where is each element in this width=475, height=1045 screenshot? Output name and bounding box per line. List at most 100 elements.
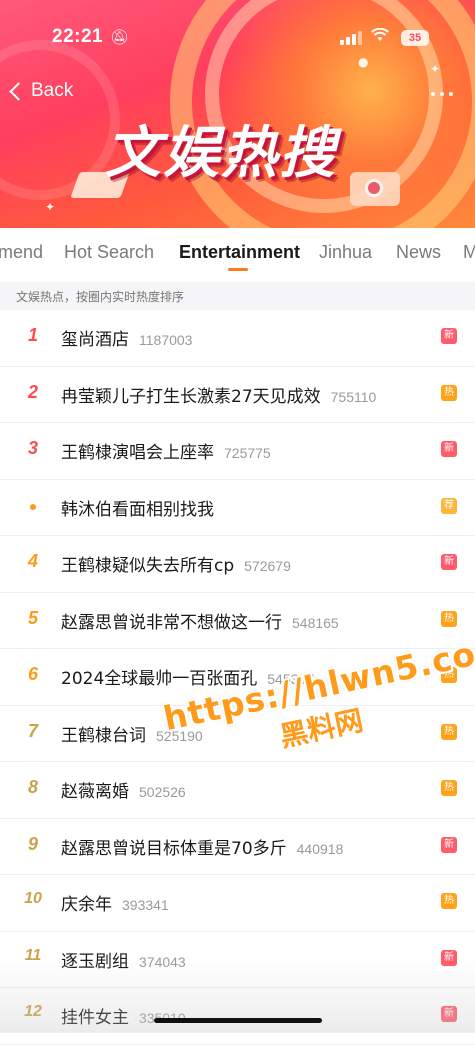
item-title-group: 王鹤棣台词 525190	[61, 721, 203, 746]
heat-count: 545307	[267, 671, 314, 687]
new-badge: 新	[441, 328, 457, 344]
tab-hot-search[interactable]: Hot Search	[64, 242, 154, 263]
hot-list-item[interactable]: 9 赵露思曾说目标体重是70多斤 440918 新	[0, 819, 475, 875]
rank-number: 2	[27, 381, 38, 402]
dot-icon	[449, 92, 453, 96]
hot-badge: 热	[441, 780, 457, 796]
new-badge: 新	[441, 441, 457, 457]
hot-list-item[interactable]: 3 王鹤棣演唱会上座率 725775 新	[0, 423, 475, 480]
item-title: 冉莹颖儿子打生长激素27天见成效	[61, 386, 321, 407]
rank-number: 9	[27, 833, 38, 854]
tab-jinhua[interactable]: Jinhua	[319, 242, 372, 263]
item-title-group: 赵薇离婚 502526	[61, 777, 186, 802]
heat-count: 440918	[296, 840, 344, 857]
new-badge: 新	[441, 1006, 457, 1022]
item-title: 王鹤棣疑似失去所有cp	[61, 556, 235, 576]
banner-title: 文娱热搜	[105, 121, 337, 186]
list-description-bar: 文娱热点，按圈内实时热度排序	[0, 282, 475, 310]
heat-count: 374043	[139, 953, 186, 970]
rec-badge: 荐	[441, 497, 457, 514]
hot-list-item[interactable]: 8 赵薇离婚 502526 热	[0, 762, 475, 819]
hot-list-item[interactable]: 11 逐玉剧组 374043 新	[0, 932, 475, 988]
hot-list-item[interactable]: 4 王鹤棣疑似失去所有cp 572679 新	[0, 536, 475, 593]
chevron-left-icon	[9, 81, 28, 101]
rank-number: 10	[24, 890, 42, 907]
new-badge: 新	[441, 949, 457, 966]
item-title-group: 赵露思曾说非常不想做这一行 548165	[61, 608, 339, 633]
promoted-dot-icon	[30, 503, 36, 510]
item-title: 赵露思曾说目标体重是70多斤	[61, 838, 287, 859]
heat-count: 502526	[139, 784, 186, 800]
home-indicator[interactable]	[154, 1018, 322, 1023]
rank-number: 11	[24, 946, 42, 964]
camera-illustration	[350, 172, 400, 206]
heat-count: 572679	[244, 558, 291, 574]
item-title-group: 王鹤棣演唱会上座率 725775	[61, 438, 271, 463]
item-title-group: 冉莹颖儿子打生长激素27天见成效 755110	[61, 382, 376, 407]
rank-number: 3	[27, 438, 38, 458]
rank-number: 12	[24, 1003, 42, 1020]
item-title: 王鹤棣台词	[61, 725, 146, 746]
item-title: 王鹤棣演唱会上座率	[61, 443, 214, 463]
tab-news[interactable]: News	[396, 242, 441, 263]
heat-count: 525190	[156, 727, 203, 744]
heat-count: 393341	[122, 897, 169, 913]
hot-search-list: 1 玺尚酒店 1187003 新 2 冉莹颖儿子打生长激素27天见成效 755110 热 3 王鹤…	[0, 310, 475, 1045]
header-banner: ✦ ✦ ● 22:21 🔕︎ 35 Back 文娱热搜	[0, 0, 475, 228]
hot-list-item[interactable]: 韩沐伯看面相别找我 荐	[0, 480, 475, 536]
hot-list-item[interactable]: 12 挂件女主335010 新	[0, 988, 475, 1045]
mute-bell-icon: 🔕︎	[110, 28, 130, 46]
hot-badge: 热	[441, 384, 457, 401]
status-bar: 22:21 🔕︎ 35	[0, 26, 475, 52]
hot-list-item[interactable]: 7 王鹤棣台词 525190 热	[0, 706, 475, 762]
item-title-group: 玺尚酒店 1187003	[61, 325, 192, 350]
hot-list-item[interactable]: 1 玺尚酒店 1187003 新	[0, 310, 475, 367]
item-title: 韩沐伯看面相别找我	[61, 499, 214, 520]
more-options-button[interactable]	[431, 92, 453, 96]
back-button[interactable]: Back	[9, 80, 74, 102]
active-tab-indicator	[228, 268, 248, 271]
heat-count: 755110	[330, 388, 377, 405]
rank-number: 6	[27, 664, 38, 684]
rank-number: 4	[27, 551, 38, 571]
item-title-group: 庆余年 393341	[61, 890, 169, 915]
hot-list-item[interactable]: 5 赵露思曾说非常不想做这一行 548165 热	[0, 593, 475, 649]
heat-count: 725775	[224, 445, 271, 461]
sparkle-icon: ●	[358, 55, 369, 69]
cellular-signal-icon	[340, 31, 362, 45]
item-title-group: 2024全球最帅一百张面孔 545307	[61, 664, 314, 689]
hot-list-item[interactable]: 10 庆余年 393341 热	[0, 875, 475, 932]
item-title-group: 逐玉剧组 374043	[61, 947, 186, 972]
hot-list-item[interactable]: 6 2024全球最帅一百张面孔 545307 热	[0, 649, 475, 706]
tab-recommend[interactable]: mend	[0, 242, 43, 263]
tab-entertainment[interactable]: Entertainment	[179, 242, 300, 263]
item-title: 玺尚酒店	[61, 330, 129, 350]
item-title: 挂件女主	[61, 1008, 129, 1028]
dot-icon	[440, 92, 444, 96]
new-badge: 新	[441, 836, 457, 853]
item-title: 赵露思曾说非常不想做这一行	[61, 612, 282, 633]
wifi-icon	[371, 27, 389, 46]
item-title-group: 挂件女主335010	[61, 1003, 186, 1028]
hot-list-item[interactable]: 2 冉莹颖儿子打生长激素27天见成效 755110 热	[0, 367, 475, 423]
new-badge: 新	[441, 554, 457, 570]
battery-indicator: 35	[401, 30, 429, 46]
item-title-group: 赵露思曾说目标体重是70多斤 440918	[61, 834, 343, 859]
item-title: 逐玉剧组	[61, 951, 129, 972]
heat-count: 548165	[292, 614, 339, 631]
hot-badge: 热	[441, 610, 457, 627]
sparkle-icon: ✦	[45, 200, 56, 214]
back-label: Back	[31, 80, 74, 101]
rank-number: 8	[27, 777, 38, 797]
list-description: 文娱热点，按圈内实时热度排序	[16, 290, 185, 304]
rank-number: 7	[27, 720, 38, 741]
rank-number: 1	[27, 325, 38, 345]
status-time: 22:21	[52, 26, 104, 47]
item-title: 赵薇离婚	[61, 782, 129, 802]
heat-count: 1187003	[139, 332, 193, 348]
item-title-group: 韩沐伯看面相别找我	[61, 495, 214, 520]
hot-badge: 热	[441, 667, 457, 683]
hot-badge: 热	[441, 893, 457, 909]
item-title: 庆余年	[61, 895, 112, 915]
tab-more[interactable]: M	[463, 242, 475, 263]
